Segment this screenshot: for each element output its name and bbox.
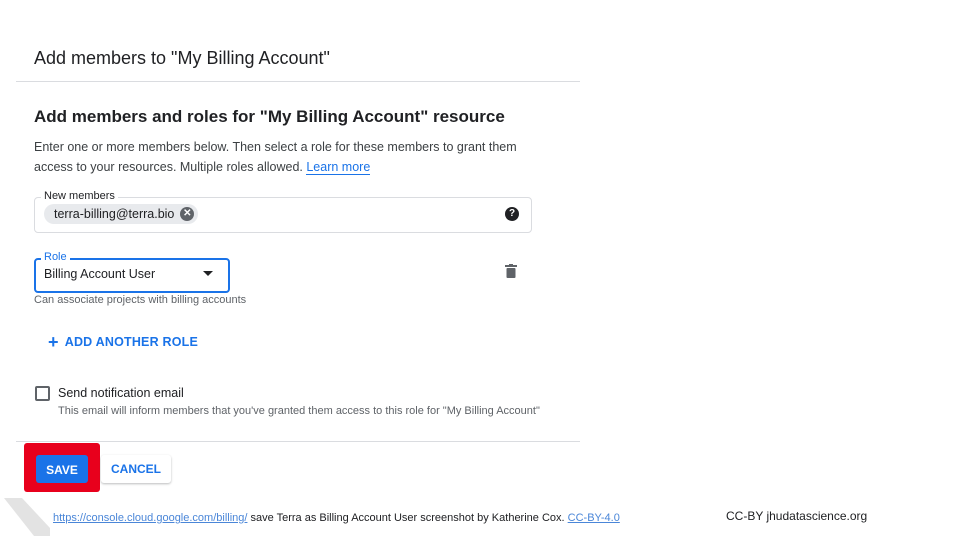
description-line-2: access to your resources. Multiple roles… bbox=[34, 159, 303, 174]
license-link[interactable]: CC-BY-4.0 bbox=[568, 512, 620, 524]
footer-caption-text: save Terra as Billing Account User scree… bbox=[247, 512, 568, 524]
plus-icon: + bbox=[48, 332, 59, 352]
section-title: Add members and roles for "My Billing Ac… bbox=[34, 107, 505, 126]
member-chip[interactable]: terra-billing@terra.bio ✕ bbox=[44, 204, 199, 224]
header-divider bbox=[16, 81, 580, 82]
role-description: Can associate projects with billing acco… bbox=[34, 294, 247, 306]
help-icon[interactable]: ? bbox=[505, 207, 519, 221]
notification-label: Send notification email bbox=[58, 386, 184, 400]
notification-description: This email will inform members that you'… bbox=[58, 405, 540, 417]
trash-icon[interactable] bbox=[505, 264, 517, 278]
add-another-role-button[interactable]: + ADD ANOTHER ROLE bbox=[48, 332, 199, 352]
section-description: Enter one or more members below. Then se… bbox=[34, 138, 534, 177]
dropdown-arrow-icon[interactable] bbox=[203, 271, 213, 276]
member-chip-label: terra-billing@terra.bio bbox=[54, 207, 175, 221]
cancel-button[interactable]: CANCEL bbox=[101, 455, 171, 483]
save-button[interactable]: SAVE bbox=[36, 455, 88, 483]
footer-caption: https://console.cloud.google.com/billing… bbox=[53, 512, 620, 524]
role-value: Billing Account User bbox=[44, 267, 156, 281]
license-text: CC-BY jhudatascience.org bbox=[726, 509, 868, 523]
footer-divider bbox=[16, 441, 580, 442]
role-label: Role bbox=[41, 251, 70, 263]
chip-remove-icon[interactable]: ✕ bbox=[180, 207, 195, 221]
description-line-1: Enter one or more members below. Then se… bbox=[34, 140, 517, 154]
learn-more-link[interactable]: Learn more bbox=[306, 159, 371, 175]
notification-checkbox[interactable] bbox=[35, 386, 50, 401]
decorative-chevron-shape bbox=[4, 498, 50, 536]
add-another-role-label: ADD ANOTHER ROLE bbox=[64, 335, 199, 349]
new-members-label: New members bbox=[41, 190, 118, 202]
footer-url-link[interactable]: https://console.cloud.google.com/billing… bbox=[53, 512, 247, 524]
dialog-title: Add members to "My Billing Account" bbox=[34, 48, 330, 68]
